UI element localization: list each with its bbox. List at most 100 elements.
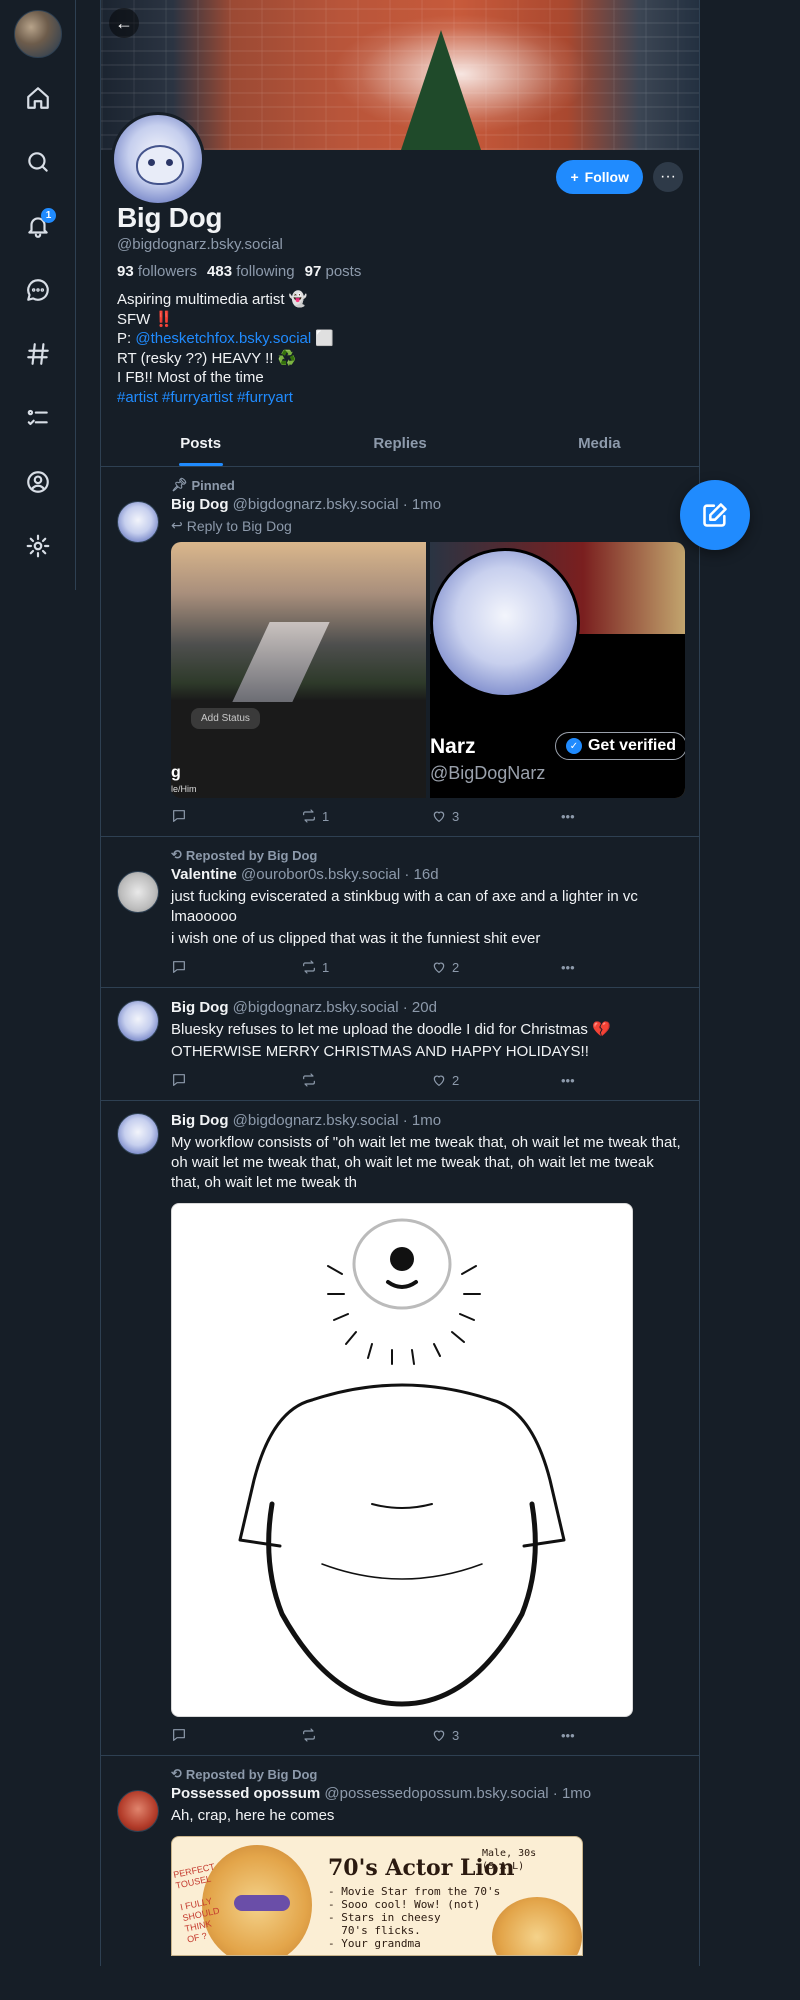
post-text: OTHERWISE MERRY CHRISTMAS AND HAPPY HOLI… [171, 1043, 589, 1060]
post-time[interactable]: · 1mo [403, 496, 441, 513]
profile-actions: + Follow ··· [556, 160, 683, 194]
post-author-name[interactable]: Valentine [171, 866, 237, 883]
post-author-avatar[interactable] [117, 1113, 159, 1155]
follow-label: Follow [584, 169, 629, 185]
post-time[interactable]: · 1mo [553, 1785, 591, 1802]
post-time[interactable]: · 20d [403, 999, 437, 1016]
sketch-drawing [238, 1218, 566, 1707]
post-author-name[interactable]: Big Dog [171, 999, 229, 1016]
post-time[interactable]: · 1mo [403, 1112, 441, 1129]
hashtag-link[interactable]: #furryart [237, 389, 293, 406]
post-time[interactable]: · 16d [404, 866, 438, 883]
like-button[interactable]: 2 [431, 959, 561, 975]
profile-stats: 93 followers 483 following 97 posts [117, 263, 683, 280]
like-button[interactable]: 3 [431, 808, 561, 824]
sidebar-item-profile[interactable] [18, 462, 58, 502]
repost-button[interactable] [301, 1727, 431, 1743]
post-author-name[interactable]: Big Dog [171, 496, 229, 513]
sidebar-item-lists[interactable] [18, 398, 58, 438]
post-author-name[interactable]: Possessed opossum [171, 1785, 320, 1802]
like-button[interactable]: 3 [431, 1727, 561, 1743]
post-text: Bluesky refuses to let me upload the doo… [171, 1021, 611, 1038]
verified-check-icon: ✓ [565, 738, 582, 754]
post-author-handle[interactable]: @ourobor0s.bsky.social [241, 866, 400, 883]
post-author-handle[interactable]: @bigdognarz.bsky.social [233, 496, 399, 513]
post-more-icon[interactable]: ••• [561, 1728, 575, 1743]
sidebar-item-feeds[interactable] [18, 334, 58, 374]
pinned-label: Pinned [191, 477, 235, 493]
like-button[interactable]: 2 [431, 1072, 561, 1088]
profile-bio: Aspiring multimedia artist 👻 SFW ‼️ P: @… [117, 291, 335, 406]
profile-tabs: Posts Replies Media [101, 425, 699, 467]
repost-context-label: Reposted by Big Dog [185, 1766, 318, 1782]
comment-icon [173, 1074, 185, 1086]
repost-small-icon: ⟲ [171, 847, 182, 862]
comment-icon [173, 1729, 185, 1741]
tab-replies[interactable]: Replies [300, 425, 499, 466]
post-image[interactable]: Narz @BigDogNarz ✓ Get verified [430, 542, 685, 798]
post-more-icon[interactable]: ••• [561, 1073, 575, 1088]
sidebar-item-home[interactable] [18, 78, 58, 118]
repost-button[interactable]: 1 [301, 959, 431, 975]
post-author-handle[interactable]: @bigdognarz.bsky.social [233, 1112, 399, 1129]
followers-stat[interactable]: 93 followers [117, 263, 197, 280]
post-image-grid: Add Status g le/Him Narz @BigDogNarz ✓ Ge… [171, 542, 685, 798]
reply-button[interactable] [171, 1072, 301, 1088]
tab-posts[interactable]: Posts [101, 425, 300, 466]
post-more-icon[interactable]: ••• [561, 809, 575, 824]
reply-to-label[interactable]: Reply to Big Dog [187, 518, 292, 534]
following-stat[interactable]: 483 following [207, 263, 295, 280]
post-author-handle[interactable]: @possessedopossum.bsky.social [324, 1785, 548, 1802]
hashtag-link[interactable]: #furryartist [162, 389, 233, 406]
repost-icon [303, 1073, 315, 1087]
post-author-handle[interactable]: @bigdognarz.bsky.social [233, 999, 399, 1016]
post-text: just fucking eviscerated a stinkbug with… [171, 888, 638, 925]
sidebar-item-notifications[interactable]: 1 [18, 206, 58, 246]
post-more-icon[interactable]: ••• [561, 960, 575, 975]
post-text: i wish one of us clipped that was it the… [171, 930, 541, 947]
feed-post[interactable]: ⟲ Reposted by Big Dog Valentine @ourobor… [101, 837, 699, 988]
feed-post[interactable]: ⟲ Reposted by Big Dog Possessed opossum … [101, 1756, 699, 1966]
sidebar-item-search[interactable] [18, 142, 58, 182]
feed-post[interactable]: 📌︎ Pinned Big Dog @bigdognarz.bsky.socia… [101, 467, 699, 837]
post-actions: 2 ••• [171, 1070, 683, 1090]
sidebar-item-settings[interactable] [18, 526, 58, 566]
post-image[interactable]: PERFECT TOUSEL I FULLY SHOULD THINK OF ?… [171, 1836, 583, 1956]
post-image[interactable]: Add Status g le/Him [171, 542, 426, 798]
posts-stat: 97 posts [304, 263, 362, 280]
tab-media[interactable]: Media [500, 425, 699, 466]
post-actions: 3 ••• [171, 1725, 683, 1745]
chat-icon [27, 279, 49, 301]
repost-icon [303, 1728, 315, 1742]
mention-link[interactable]: @thesketchfox.bsky.social [135, 330, 311, 347]
back-arrow-icon[interactable]: ← [109, 8, 139, 38]
repost-button[interactable] [301, 1072, 431, 1088]
post-author-avatar[interactable] [117, 501, 159, 543]
post-author-name[interactable]: Big Dog [171, 1112, 229, 1129]
post-author-avatar[interactable] [117, 871, 159, 913]
follow-button[interactable]: + Follow [556, 160, 643, 194]
feed-post[interactable]: Big Dog @bigdognarz.bsky.social · 20d Bl… [101, 988, 699, 1101]
profile-handle: @bigdognarz.bsky.social [117, 236, 283, 253]
post-author-avatar[interactable] [117, 1000, 159, 1042]
feed-post[interactable]: Big Dog @bigdognarz.bsky.social · 1mo My… [101, 1101, 699, 1756]
current-user-avatar[interactable] [14, 10, 62, 58]
post-image[interactable] [171, 1203, 633, 1717]
post-author-avatar[interactable] [117, 1790, 159, 1832]
reply-button[interactable] [171, 808, 301, 824]
repost-small-icon: ⟲ [171, 1766, 182, 1781]
notification-badge: 1 [41, 208, 56, 223]
home-icon [27, 87, 49, 109]
profile-column: ← + Follow ··· Big Dog @bigdognarz.bsky.… [100, 0, 700, 1966]
hashtag-link[interactable]: #artist [117, 389, 158, 406]
compose-button[interactable] [680, 480, 750, 550]
more-options-icon[interactable]: ··· [653, 162, 683, 192]
reply-button[interactable] [171, 959, 301, 975]
comment-icon [173, 810, 185, 822]
pin-icon: 📌︎ [171, 477, 188, 492]
reply-button[interactable] [171, 1727, 301, 1743]
repost-button[interactable]: 1 [301, 808, 431, 824]
profile-avatar[interactable] [111, 112, 205, 206]
sidebar-item-chat[interactable] [18, 270, 58, 310]
reply-arrow-icon: ↩ [171, 517, 183, 533]
